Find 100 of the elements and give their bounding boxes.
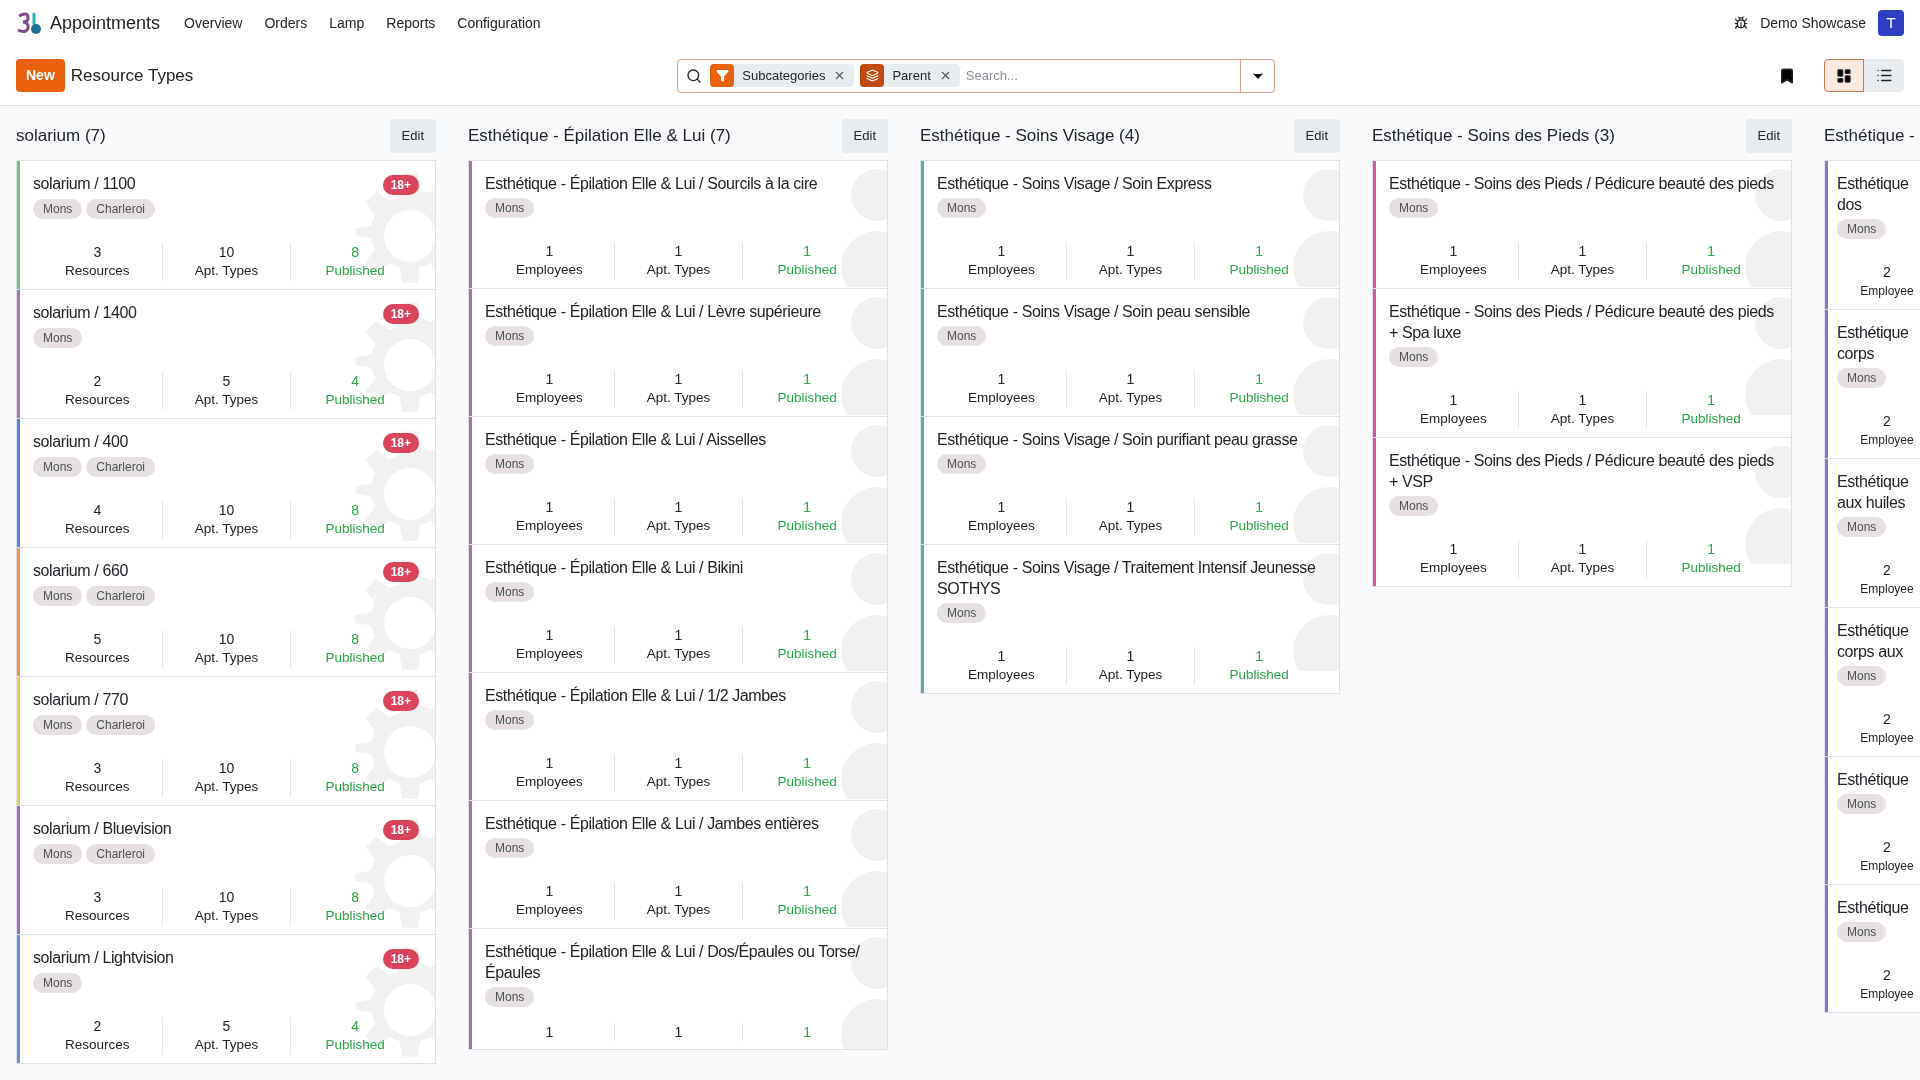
stat-label[interactable]: Resources <box>65 519 130 539</box>
stat-label[interactable]: Apt. Types <box>1098 665 1163 685</box>
stat-label[interactable]: Apt. Types <box>1550 409 1615 429</box>
kanban-card[interactable]: Esthétique - Épilation Elle & Lui / Dos/Épaules ou Torse/Épaules Mons 1 1 1 <box>468 928 888 1050</box>
stat-label[interactable]: Apt. Types <box>194 1035 259 1055</box>
kanban-card[interactable]: Esthétique Mons 2 Employee <box>1824 756 1920 885</box>
stat-label[interactable]: Employees <box>1419 260 1487 280</box>
stat-label[interactable]: Employees <box>967 665 1035 685</box>
kanban-card[interactable]: Esthétique corps aux Mons 2 Employee <box>1824 607 1920 757</box>
kanban-card[interactable]: Esthétique - Soins Visage / Soin Express Mons 1 Employees 1 Apt. Types 1 Published <box>920 160 1340 289</box>
stat-label[interactable]: Apt. Types <box>646 388 711 408</box>
kanban-card[interactable]: Esthétique - Épilation Elle & Lui / Sourcils à la cire Mons 1 Employees 1 Apt. Types 1 Published <box>468 160 888 289</box>
stat-label[interactable]: Employees <box>967 388 1035 408</box>
menu-item[interactable]: Reports <box>386 12 436 34</box>
edit-button[interactable]: Edit <box>1745 119 1792 153</box>
stat-label[interactable]: Apt. Types <box>194 648 259 668</box>
kanban-card[interactable]: Esthétique - Soins Visage / Soin purifiant peau grasse Mons 1 Employees 1 Apt. Types 1 Published <box>920 416 1340 545</box>
stat-label[interactable]: Employees <box>515 772 583 792</box>
kanban-card[interactable]: Esthétique Mons 2 Employee <box>1824 884 1920 1013</box>
kanban-card[interactable]: Esthétique - Épilation Elle & Lui / Aisselles Mons 1 Employees 1 Apt. Types 1 Published <box>468 416 888 545</box>
stat-label[interactable]: Employees <box>967 516 1035 536</box>
kanban-card[interactable]: Esthétique - Épilation Elle & Lui / 1/2 Jambes Mons 1 Employees 1 Apt. Types 1 Published <box>468 672 888 801</box>
stat-label[interactable]: Employee <box>1860 728 1914 748</box>
stat-label[interactable]: Employee <box>1860 579 1914 599</box>
stat-label[interactable]: Resources <box>65 390 130 410</box>
kanban-card[interactable]: solarium / Bluevision 18+ Mons Charleroi 3 Resources 10 Apt. Types 8 Published <box>16 805 436 935</box>
edit-button[interactable]: Edit <box>389 119 436 153</box>
kanban-card[interactable]: solarium / 660 18+ Mons Charleroi 5 Resources 10 Apt. Types 8 Published <box>16 547 436 677</box>
kanban-card[interactable]: solarium / Lightvision 18+ Mons 2 Resources 5 Apt. Types 4 Published <box>16 934 436 1064</box>
kanban-view-button[interactable] <box>1824 59 1864 92</box>
stat-label[interactable]: Apt. Types <box>1098 516 1163 536</box>
bookmark-icon[interactable] <box>1778 66 1796 85</box>
kanban-card[interactable]: Esthétique - Soins des Pieds / Pédicure beauté des pieds + VSP Mons 1 Employees 1 Apt. Types 1 Published <box>1372 437 1792 587</box>
menu-item[interactable]: Lamp <box>329 12 365 34</box>
kanban-card[interactable]: solarium / 1400 18+ Mons 2 Resources 5 Apt. Types 4 Published <box>16 289 436 419</box>
kanban-card[interactable]: Esthétique - Épilation Elle & Lui / Lèvre supérieure Mons 1 Employees 1 Apt. Types 1 Published <box>468 288 888 417</box>
stat-label[interactable]: Employees <box>967 260 1035 280</box>
stat-label[interactable]: Employees <box>515 388 583 408</box>
stat-label[interactable]: Apt. Types <box>194 519 259 539</box>
kanban-card[interactable]: Esthétique - Épilation Elle & Lui / Jambes entières Mons 1 Employees 1 Apt. Types 1 Published <box>468 800 888 929</box>
stat-label[interactable]: Employees <box>515 900 583 920</box>
stat-value: 3 <box>93 759 102 777</box>
stat-label[interactable]: Resources <box>65 906 130 926</box>
user-avatar[interactable]: T <box>1878 10 1904 36</box>
stat-label[interactable]: Apt. Types <box>1098 388 1163 408</box>
search-input[interactable]: Search... <box>965 65 1241 86</box>
stat-value: 1 <box>545 626 554 644</box>
stat-label[interactable]: Apt. Types <box>646 644 711 664</box>
edit-button[interactable]: Edit <box>841 119 888 153</box>
kanban-card[interactable]: Esthétique - Soins des Pieds / Pédicure beauté des pieds Mons 1 Employees 1 Apt. Types 1 Published <box>1372 160 1792 289</box>
stat-label[interactable]: Employees <box>515 644 583 664</box>
kanban-card[interactable]: Esthétique - Soins des Pieds / Pédicure beauté des pieds + Spa luxe Mons 1 Employees 1 Apt. Types 1 Published <box>1372 288 1792 438</box>
menu-item[interactable]: Orders <box>264 12 308 34</box>
kanban-card[interactable]: Esthétique dos Mons 2 Employee <box>1824 160 1920 310</box>
menu-item[interactable]: Overview <box>184 12 243 34</box>
stat-label[interactable]: Apt. Types <box>194 906 259 926</box>
stat-label[interactable]: Apt. Types <box>1550 260 1615 280</box>
stat-label[interactable]: Employee <box>1860 430 1914 450</box>
stat-label[interactable]: Resources <box>65 777 130 797</box>
stat-label[interactable]: Apt. Types <box>646 900 711 920</box>
kanban-card[interactable]: solarium / 770 18+ Mons Charleroi 3 Resources 10 Apt. Types 8 Published <box>16 676 436 806</box>
stat-label[interactable]: Resources <box>65 648 130 668</box>
stat-label[interactable]: Apt. Types <box>194 390 259 410</box>
app-name[interactable]: Appointments <box>50 9 161 37</box>
kanban-card[interactable]: Esthétique corps Mons 2 Employee <box>1824 309 1920 459</box>
stat-value: 8 <box>351 888 360 906</box>
search-facet[interactable]: Subcategories <box>710 64 855 87</box>
kanban-card[interactable]: Esthétique - Soins Visage / Soin peau sensible Mons 1 Employees 1 Apt. Types 1 Published <box>920 288 1340 417</box>
stat-label[interactable]: Employees <box>1419 409 1487 429</box>
stat-label[interactable]: Apt. Types <box>194 261 259 281</box>
list-view-button[interactable] <box>1864 59 1904 92</box>
kanban-card[interactable]: Esthétique aux huiles Mons 2 Employee <box>1824 458 1920 608</box>
stat-label[interactable]: Employees <box>1419 558 1487 578</box>
stat-label[interactable]: Apt. Types <box>646 260 711 280</box>
kanban-card[interactable]: solarium / 1100 18+ Mons Charleroi 3 Resources 10 Apt. Types 8 Published <box>16 160 436 290</box>
search-field[interactable]: Subcategories Parent Search... <box>677 58 1276 93</box>
card-title: corps aux <box>1837 642 1904 662</box>
kanban-card[interactable]: Esthétique - Soins Visage / Traitement Intensif Jeunesse SOTHYS Mons 1 Employees 1 Apt. Types 1 Published <box>920 544 1340 694</box>
stat-label[interactable]: Resources <box>65 261 130 281</box>
stat-label[interactable]: Employee <box>1860 984 1914 1004</box>
stat-label[interactable]: Employee <box>1860 856 1914 876</box>
edit-button[interactable]: Edit <box>1293 119 1340 153</box>
menu-item[interactable]: Configuration <box>457 12 541 34</box>
company-name[interactable]: Demo Showcase <box>1760 12 1866 34</box>
kanban-card[interactable]: Esthétique - Épilation Elle & Lui / Bikini Mons 1 Employees 1 Apt. Types 1 Published <box>468 544 888 673</box>
stat-label[interactable]: Apt. Types <box>1550 558 1615 578</box>
stat-label[interactable]: Apt. Types <box>646 772 711 792</box>
stat-value: 1 <box>997 498 1006 516</box>
stat-label[interactable]: Apt. Types <box>194 777 259 797</box>
stat-label[interactable]: Resources <box>65 1035 130 1055</box>
stat-value: 1 <box>803 754 812 772</box>
age-badge: 18+ <box>382 820 419 840</box>
stat-label[interactable]: Apt. Types <box>646 516 711 536</box>
stat-label[interactable]: Employees <box>515 260 583 280</box>
kanban-card[interactable]: solarium / 400 18+ Mons Charleroi 4 Resources 10 Apt. Types 8 Published <box>16 418 436 548</box>
stat-label[interactable]: Employee <box>1860 281 1914 301</box>
search-facet[interactable]: Parent <box>860 64 960 87</box>
stat-label[interactable]: Apt. Types <box>1098 260 1163 280</box>
stat-label[interactable]: Employees <box>515 516 583 536</box>
debug-icon[interactable] <box>1734 16 1749 30</box>
